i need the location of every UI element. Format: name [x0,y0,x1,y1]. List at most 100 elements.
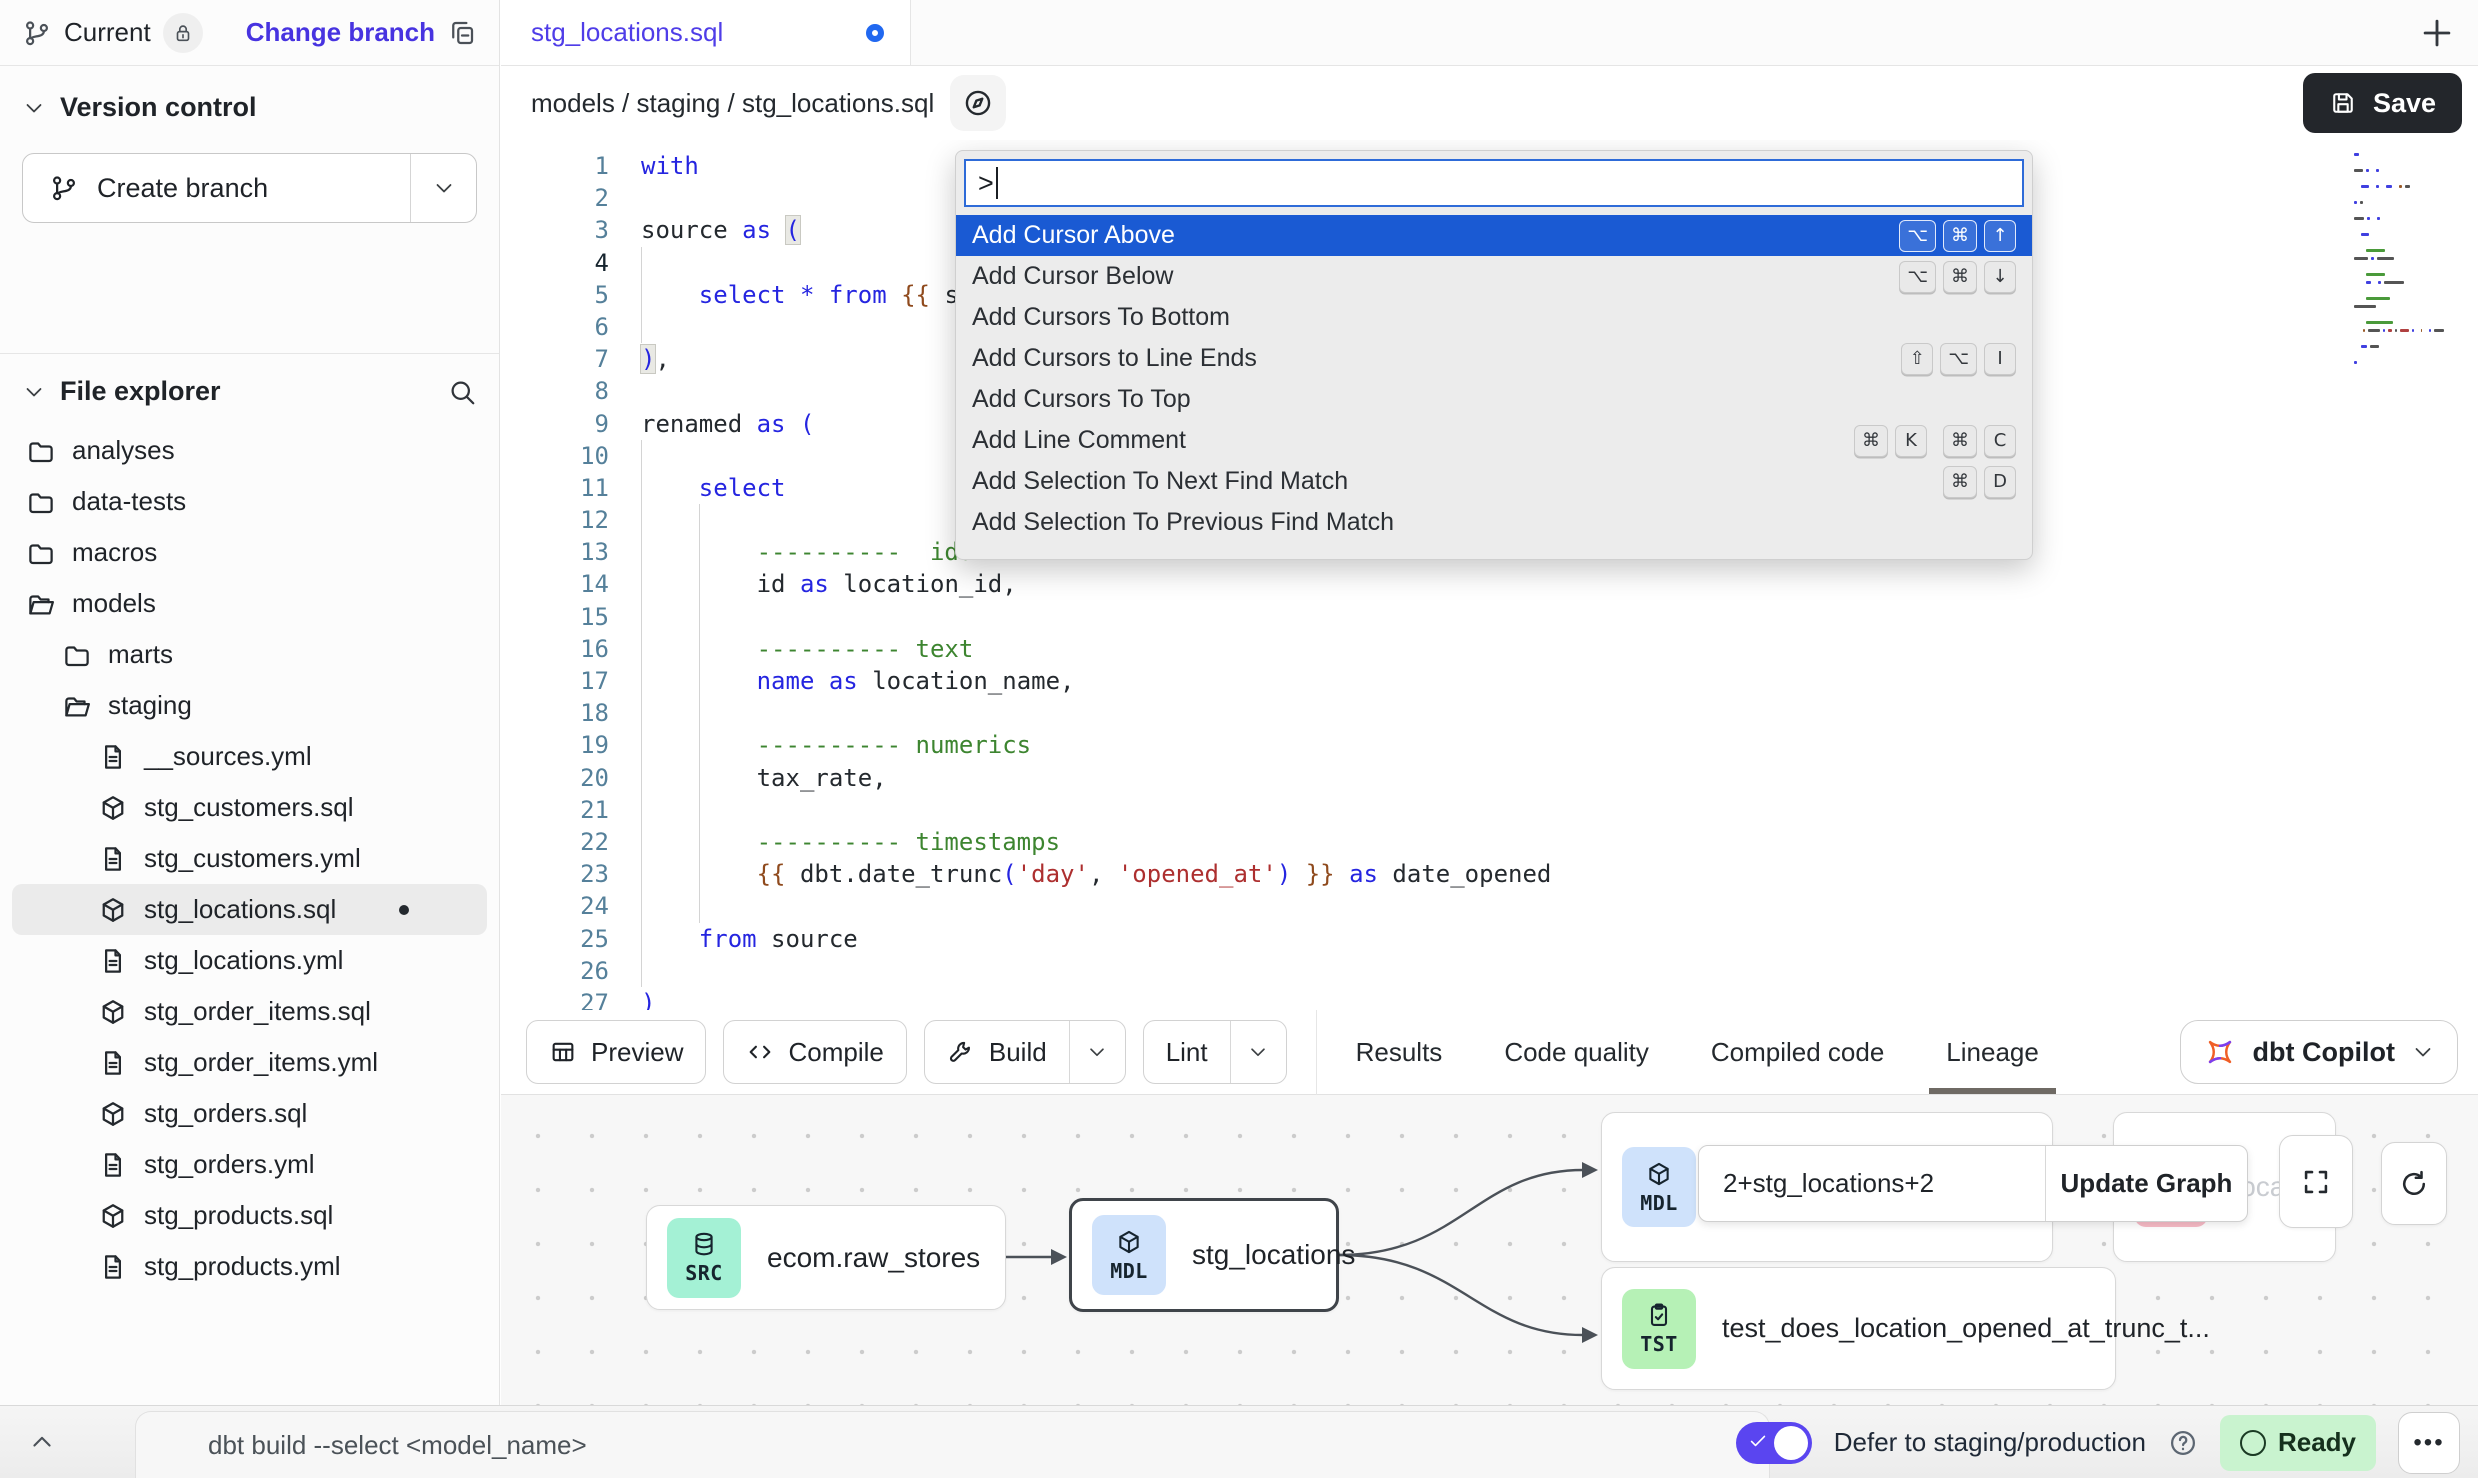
lint-options-caret[interactable] [1230,1021,1286,1083]
line-number: 17 [501,665,609,697]
source-badge: SRC [667,1218,741,1298]
code-line-16[interactable]: 16 ---------- text [501,633,2478,665]
file-tree-item-macros[interactable]: macros [12,527,487,578]
tab-results[interactable]: Results [1325,1010,1474,1094]
code-line-18[interactable]: 18 [501,697,2478,729]
create-branch-button[interactable]: Create branch [22,153,477,223]
refresh-button[interactable] [2381,1142,2447,1225]
create-branch-caret[interactable] [410,154,476,222]
file-tree-item-models[interactable]: models [12,578,487,629]
build-options-caret[interactable] [1069,1021,1125,1083]
file-tree-item-stg-locations-yml[interactable]: stg_locations.yml [12,935,487,986]
command-label: Add Line Comment [972,426,1838,455]
version-control-header[interactable]: Version control [22,92,477,123]
key-cap: D [1984,466,2016,498]
file-tree-item-stg-locations-sql[interactable]: stg_locations.sql [12,884,487,935]
command-item-add-selection-to-previous-find-match[interactable]: Add Selection To Previous Find Match [956,502,2032,543]
search-icon[interactable] [447,377,477,407]
code-line-25[interactable]: 25 from source [501,923,2478,955]
toggle-knob [1774,1426,1808,1460]
lineage-selector-input[interactable]: 2+stg_locations+2 [1699,1146,2045,1221]
file-tree-item--sources-yml[interactable]: __sources.yml [12,731,487,782]
file-name: stg_order_items.yml [144,1047,378,1078]
file-tree-item-staging[interactable]: staging [12,680,487,731]
command-item-add-cursors-to-top[interactable]: Add Cursors To Top [956,379,2032,420]
command-palette-input[interactable]: > [964,159,2024,207]
key-cap: K [1895,425,1927,457]
compile-button[interactable]: Compile [723,1020,906,1084]
code-line-19[interactable]: 19 ---------- numerics [501,729,2478,761]
file-tree-item-stg-customers-sql[interactable]: stg_customers.sql [12,782,487,833]
more-options-button[interactable]: ••• [2398,1412,2460,1474]
code-line-14[interactable]: 14 id as location_id, [501,568,2478,600]
dbt-copilot-button[interactable]: dbt Copilot [2180,1020,2458,1084]
code-line-17[interactable]: 17 name as location_name, [501,665,2478,697]
command-label: Add Cursor Below [972,262,1883,291]
tab-code-quality[interactable]: Code quality [1473,1010,1680,1094]
command-label: Add Selection To Previous Find Match [972,508,2016,537]
command-item-add-selection-to-next-find-match[interactable]: Add Selection To Next Find Match⌘D [956,461,2032,502]
line-number: 10 [501,440,609,472]
command-item-add-cursors-to-bottom[interactable]: Add Cursors To Bottom [956,297,2032,338]
lint-button[interactable]: Lint [1143,1020,1287,1084]
file-tree-item-stg-products-yml[interactable]: stg_products.yml [12,1241,487,1292]
file-tree-item-marts[interactable]: marts [12,629,487,680]
file-tree-item-analyses[interactable]: analyses [12,425,487,476]
explore-button[interactable] [950,75,1006,131]
file-tree-item-stg-products-sql[interactable]: stg_products.sql [12,1190,487,1241]
code-text: select [641,472,786,504]
code-line-27[interactable]: 27) [501,987,2478,1010]
file-tree-item-stg-customers-yml[interactable]: stg_customers.yml [12,833,487,884]
command-item-add-cursor-above[interactable]: Add Cursor Above⌥⌘↑ [956,215,2032,256]
lineage-node-source[interactable]: SRC ecom.raw_stores [646,1205,1006,1310]
command-item-add-cursor-below[interactable]: Add Cursor Below⌥⌘↓ [956,256,2032,297]
update-graph-button[interactable]: Update Graph [2045,1146,2247,1221]
build-button[interactable]: Build [924,1020,1126,1084]
code-line-22[interactable]: 22 ---------- timestamps [501,826,2478,858]
code-line-21[interactable]: 21 [501,794,2478,826]
preview-button[interactable]: Preview [526,1020,706,1084]
unsaved-dot-icon [866,24,884,42]
file-tree-item-stg-orders-sql[interactable]: stg_orders.sql [12,1088,487,1139]
lineage-node-stg-locations[interactable]: MDL stg_locations [1069,1198,1339,1312]
command-item-add-line-comment[interactable]: Add Line Comment⌘K⌘C [956,420,2032,461]
file-tree-item-stg-orders-yml[interactable]: stg_orders.yml [12,1139,487,1190]
minimap[interactable] [2348,152,2444,368]
branch-header: Current Change branch [0,0,499,66]
fullscreen-button[interactable] [2279,1135,2353,1228]
code-line-24[interactable]: 24 [501,890,2478,922]
change-branch-link[interactable]: Change branch [246,17,435,48]
line-number: 26 [501,955,609,987]
code-line-23[interactable]: 23 {{ dbt.date_trunc('day', 'opened_at')… [501,858,2478,890]
file-tree-item-stg-order-items-sql[interactable]: stg_order_items.sql [12,986,487,1037]
file-tree-item-stg-order-items-yml[interactable]: stg_order_items.yml [12,1037,487,1088]
code-text: ---------- ids [641,536,973,568]
command-item-add-cursors-to-line-ends[interactable]: Add Cursors to Line Ends⇧⌥I [956,338,2032,379]
command-input-area[interactable]: dbt build --select <model_name> [135,1411,1770,1478]
create-branch-main[interactable]: Create branch [23,154,410,222]
command-palette: > Add Cursor Above⌥⌘↑Add Cursor Below⌥⌘↓… [955,150,2033,560]
copy-icon[interactable] [447,18,477,48]
file-tree-item-data-tests[interactable]: data-tests [12,476,487,527]
code-editor[interactable]: 1with23source as (45 select * from {{ so… [501,140,2478,1010]
expand-panel-chevron[interactable] [28,1428,56,1456]
lineage-canvas[interactable]: MDL locations locatio SRC ecom.raw_store… [501,1095,2478,1405]
tab-compiled-code[interactable]: Compiled code [1680,1010,1915,1094]
tab-lineage[interactable]: Lineage [1915,1010,2070,1094]
file-name: stg_order_items.sql [144,996,371,1027]
code-line-15[interactable]: 15 [501,601,2478,633]
help-icon[interactable] [2168,1428,2198,1458]
status-badge[interactable]: Ready [2220,1415,2376,1471]
defer-toggle[interactable] [1736,1422,1812,1464]
badge-text: TST [1640,1332,1678,1356]
lineage-node-test[interactable]: TST test_does_location_opened_at_trunc_t… [1601,1267,2116,1390]
code-line-26[interactable]: 26 [501,955,2478,987]
node-label: test_does_location_opened_at_trunc_t... [1722,1313,2210,1344]
new-tab-button[interactable] [2418,14,2456,52]
command-label: Add Cursors To Top [972,385,2016,414]
save-button[interactable]: Save [2303,73,2462,133]
indent-guide [641,311,642,343]
tab-stg-locations[interactable]: stg_locations.sql [501,0,911,65]
code-line-20[interactable]: 20 tax_rate, [501,762,2478,794]
cube-icon [98,895,128,925]
